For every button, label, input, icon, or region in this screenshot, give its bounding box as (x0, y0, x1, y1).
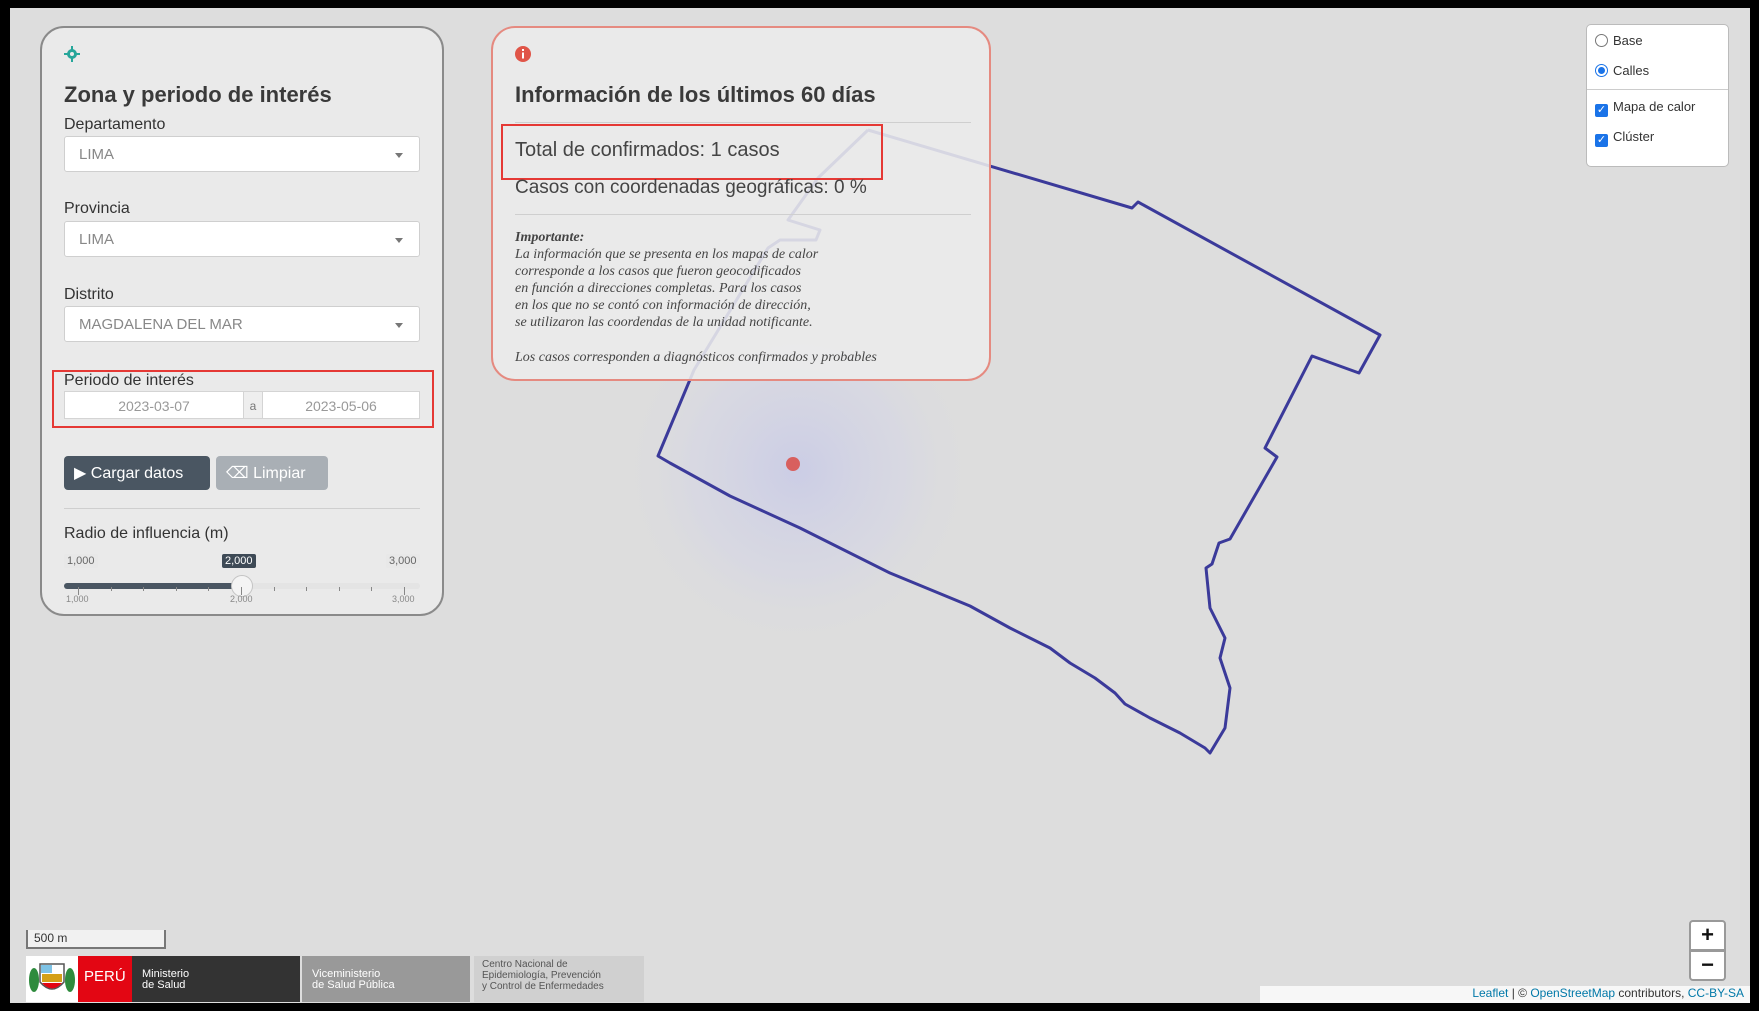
vice-ministry-logo: Viceministerio de Salud Pública (302, 956, 470, 1002)
important-line: en función a direcciones completas. Para… (515, 281, 802, 296)
geo-cases: Casos con coordenadas geográficas: 0 % (515, 177, 867, 198)
important-line: La información que se presenta en los ma… (515, 247, 819, 262)
coat-of-arms-logo (26, 956, 78, 1002)
layer-streets-label: Calles (1613, 63, 1650, 78)
chevron-down-icon (395, 323, 403, 328)
slider-ticks (78, 587, 408, 595)
date-from-input[interactable]: 2023-03-07 (64, 391, 244, 419)
date-separator: a (243, 391, 263, 419)
zoom-out-button[interactable]: − (1689, 950, 1726, 981)
chevron-down-icon (395, 153, 403, 158)
osm-link[interactable]: OpenStreetMap (1530, 986, 1615, 1000)
slider-tick (110, 587, 112, 591)
scale-bar: 500 m (26, 930, 166, 949)
district-select[interactable]: MAGDALENA DEL MAR (64, 306, 420, 342)
map-attribution: Leaflet | © OpenStreetMap contributors, … (1260, 986, 1750, 1003)
slider-tick (306, 587, 308, 591)
clear-button[interactable]: ⌫ Limpiar (216, 456, 328, 490)
important-line: se utilizaron las coordendas de la unida… (515, 315, 813, 330)
tick-label: 2,000 (230, 594, 253, 604)
layer-option-cluster[interactable]: ✓ Clúster (1595, 129, 1654, 147)
layer-control: Base Calles ✓ Mapa de calor ✓ Clúster (1586, 24, 1729, 167)
cdc-line: Centro Nacional de (482, 959, 568, 970)
divider (64, 508, 420, 509)
province-label: Provincia (64, 200, 130, 217)
slider-tick (143, 587, 145, 591)
important-heading: Importante: (515, 230, 585, 245)
case-marker[interactable] (786, 457, 800, 471)
play-icon: ▶ (74, 465, 87, 482)
slider-tick (338, 587, 340, 591)
slider-value-label: 2,000 (222, 554, 256, 568)
ministry-logo: Ministerio de Salud (132, 956, 300, 1002)
cdc-line: y Control de Enfermedades (482, 981, 604, 992)
layer-option-streets[interactable]: Calles (1595, 63, 1649, 81)
radio-streets[interactable] (1595, 64, 1608, 77)
divider (515, 122, 971, 123)
load-data-button[interactable]: ▶ Cargar datos (64, 456, 210, 490)
checkbox-heatmap[interactable]: ✓ (1595, 104, 1608, 117)
chevron-down-icon (395, 238, 403, 243)
zoom-in-button[interactable]: + (1689, 920, 1726, 951)
cdc-line: Epidemiología, Prevención (482, 970, 601, 981)
department-label: Departamento (64, 116, 166, 133)
district-value: MAGDALENA DEL MAR (79, 316, 243, 333)
gear-icon (64, 46, 80, 62)
district-label: Distrito (64, 286, 114, 303)
peru-logo: PERÚ (78, 956, 132, 1002)
layer-heatmap-label: Mapa de calor (1613, 99, 1696, 114)
important-line: en los que no se contó con información d… (515, 298, 811, 313)
cdc-logo: Centro Nacional de Epidemiología, Preven… (474, 956, 644, 1002)
slider-tick (273, 587, 275, 591)
info-panel-title: Información de los últimos 60 días (515, 82, 876, 107)
clear-label: Limpiar (253, 465, 306, 482)
divider (1587, 89, 1728, 90)
leaflet-link[interactable]: Leaflet (1472, 986, 1508, 1000)
eraser-icon: ⌫ (226, 465, 249, 482)
divider (515, 214, 971, 215)
license-link[interactable]: CC-BY-SA (1688, 986, 1744, 1000)
checkbox-cluster[interactable]: ✓ (1595, 134, 1608, 147)
slider-tick (208, 587, 210, 591)
cases-note: Los casos corresponden a diagnósticos co… (515, 350, 877, 365)
department-select[interactable]: LIMA (64, 136, 420, 172)
tick-label: 1,000 (66, 594, 89, 604)
layer-base-label: Base (1613, 33, 1643, 48)
attribution-sep: | © (1508, 986, 1531, 1000)
attribution-text: contributors, (1615, 986, 1688, 1000)
filter-panel-title: Zona y periodo de interés (64, 82, 332, 107)
layer-option-heatmap[interactable]: ✓ Mapa de calor (1595, 99, 1695, 117)
province-value: LIMA (79, 231, 115, 248)
radio-base[interactable] (1595, 34, 1608, 47)
ministry-logo-banner: PERÚ Ministerio de Salud Viceministerio … (26, 956, 659, 1002)
tick-label: 3,000 (392, 594, 415, 604)
slider-tick (371, 587, 373, 591)
slider-tick (175, 587, 177, 591)
info-icon (515, 46, 531, 62)
filter-panel: Zona y periodo de interés Departamento L… (40, 26, 444, 616)
total-confirmed: Total de confirmados: 1 casos (515, 139, 780, 161)
map-view[interactable]: Zona y periodo de interés Departamento L… (10, 8, 1750, 1003)
slider-min-label: 1,000 (64, 554, 98, 568)
layer-option-base[interactable]: Base (1595, 33, 1643, 51)
ministry-line: de Salud (142, 979, 186, 991)
important-line: corresponde a los casos que fueron geoco… (515, 264, 801, 279)
load-data-label: Cargar datos (90, 465, 184, 482)
date-to-input[interactable]: 2023-05-06 (262, 391, 420, 419)
department-value: LIMA (79, 146, 115, 163)
province-select[interactable]: LIMA (64, 221, 420, 257)
info-panel: Información de los últimos 60 días Total… (491, 26, 991, 381)
period-label: Periodo de interés (64, 372, 194, 389)
layer-cluster-label: Clúster (1613, 129, 1655, 144)
vice-line: de Salud Pública (312, 979, 395, 991)
radius-label: Radio de influencia (m) (64, 525, 229, 542)
slider-max-label: 3,000 (386, 554, 420, 568)
slider-fill (64, 583, 242, 589)
